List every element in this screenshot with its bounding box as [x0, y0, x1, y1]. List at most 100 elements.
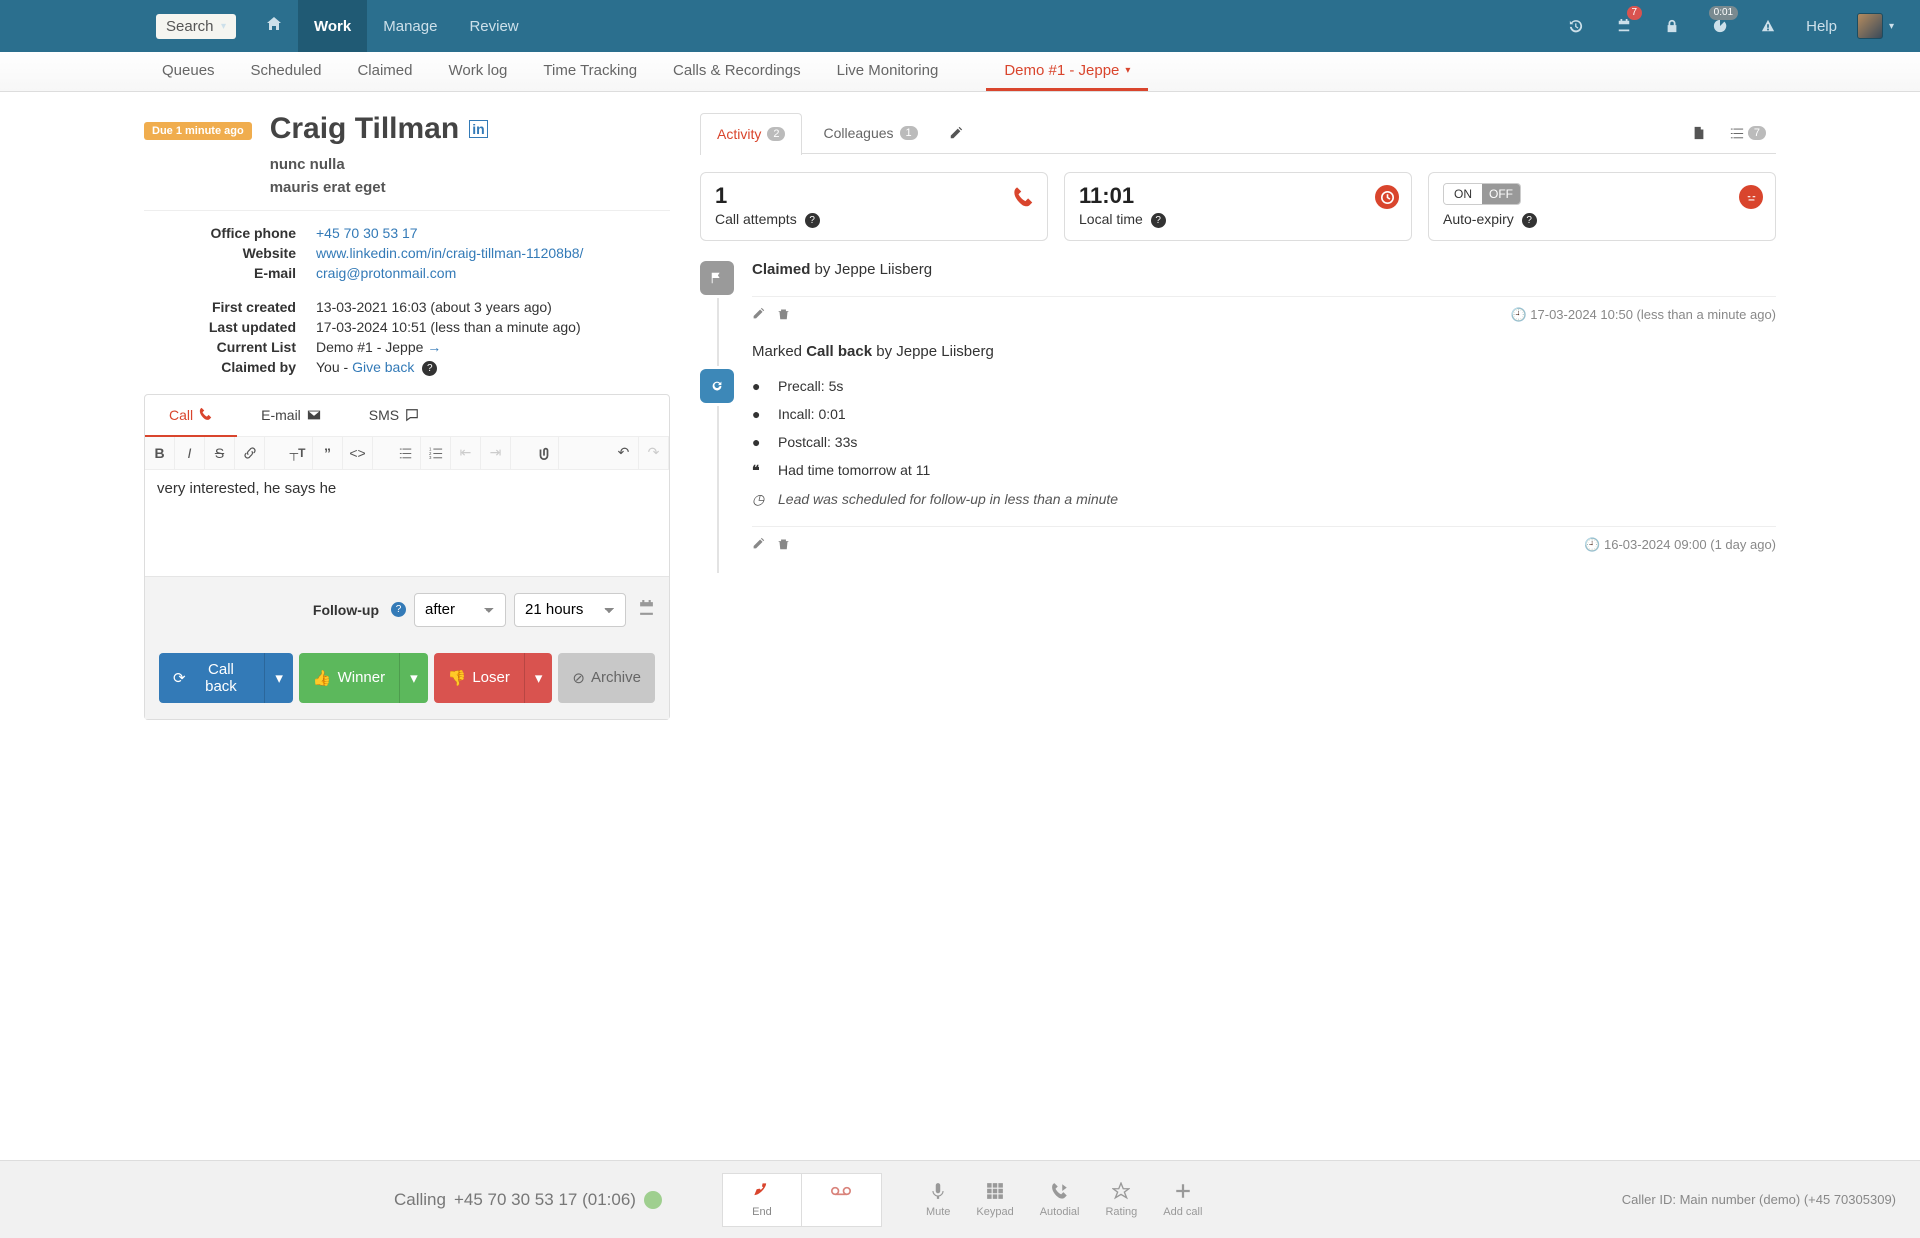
strike-button[interactable]: S — [205, 437, 235, 469]
loser-button[interactable]: 👎 Loser — [434, 653, 524, 703]
thumbs-down-icon: 👎 — [448, 669, 467, 687]
winner-button[interactable]: 👍 Winner — [299, 653, 399, 703]
editor-tab-sms[interactable]: SMS — [345, 395, 443, 436]
italic-button[interactable]: I — [175, 437, 205, 469]
clock-outline-icon: ◷ — [752, 491, 768, 508]
nav-work[interactable]: Work — [298, 0, 367, 52]
quote-button[interactable]: ” — [313, 437, 343, 469]
svg-text:3: 3 — [429, 455, 432, 460]
last-updated: 17-03-2024 10:51 (less than a minute ago… — [316, 319, 670, 335]
followup-label: Follow-up — [313, 602, 379, 618]
delete-entry-icon[interactable] — [777, 307, 790, 322]
subnav-calls[interactable]: Calls & Recordings — [655, 52, 819, 91]
autodial-icon — [1051, 1182, 1069, 1203]
clock-icon: ● — [752, 378, 768, 394]
keypad-button[interactable]: Keypad — [976, 1182, 1013, 1218]
caller-id: Caller ID: Main number (demo) (+45 70305… — [1622, 1192, 1896, 1207]
caret-down-icon: ▾ — [1125, 65, 1130, 76]
followup-mode-select[interactable]: after — [414, 593, 506, 627]
give-back-link[interactable]: Give back — [352, 359, 414, 375]
envelope-icon — [307, 407, 321, 423]
subnav-active-tab[interactable]: Demo #1 - Jeppe ▾ — [986, 52, 1148, 91]
subnav-timetracking[interactable]: Time Tracking — [525, 52, 655, 91]
subnav-worklog[interactable]: Work log — [430, 52, 525, 91]
lock-icon[interactable] — [1654, 0, 1690, 52]
autodial-button[interactable]: Autodial — [1040, 1182, 1080, 1218]
subnav-queues[interactable]: Queues — [144, 52, 233, 91]
mute-button[interactable]: Mute — [926, 1182, 950, 1218]
voicemail-button[interactable] — [802, 1173, 882, 1227]
indent-button[interactable]: ⇥ — [481, 437, 511, 469]
topbar: Search ▾ Work Manage Review 7 0:01 Help … — [0, 0, 1920, 52]
timeline-marker-claimed — [700, 261, 734, 295]
list-count: 7 — [1748, 126, 1766, 140]
nav-home[interactable] — [250, 0, 298, 52]
quote-icon: ❝ — [752, 462, 768, 479]
nav-help[interactable]: Help — [1792, 0, 1851, 52]
attach-button[interactable] — [529, 437, 559, 469]
edit-entry-icon[interactable] — [752, 307, 765, 322]
edit-entry-icon[interactable] — [752, 537, 765, 552]
loser-dropdown[interactable]: ▾ — [524, 653, 553, 703]
bold-button[interactable]: B — [145, 437, 175, 469]
tab-colleagues[interactable]: Colleagues 1 — [806, 112, 934, 154]
help-icon[interactable]: ? — [1522, 213, 1537, 228]
edit-icon[interactable] — [939, 126, 973, 140]
timer-badge: 0:01 — [1709, 6, 1738, 20]
linkedin-icon[interactable]: in — [469, 120, 487, 138]
followup-value-select[interactable]: 21 hours — [514, 593, 626, 627]
nav-review[interactable]: Review — [453, 0, 534, 52]
rating-button[interactable]: Rating — [1105, 1182, 1137, 1218]
nav-manage[interactable]: Manage — [367, 0, 453, 52]
outdent-button[interactable]: ⇤ — [451, 437, 481, 469]
link-button[interactable] — [235, 437, 265, 469]
help-icon[interactable]: ? — [1151, 213, 1166, 228]
undo-button[interactable]: ↶ — [609, 437, 639, 469]
help-icon[interactable]: ? — [422, 361, 437, 376]
auto-expiry-toggle[interactable]: ON OFF — [1443, 183, 1521, 205]
user-menu[interactable]: ▾ — [1857, 0, 1894, 52]
winner-dropdown[interactable]: ▾ — [399, 653, 428, 703]
calendar-picker-icon[interactable] — [638, 600, 655, 620]
history-icon[interactable] — [1558, 0, 1594, 52]
calendar-icon[interactable]: 7 — [1606, 0, 1642, 52]
alert-icon[interactable] — [1750, 0, 1786, 52]
email-link[interactable]: craig@protonmail.com — [316, 265, 456, 281]
tab-activity[interactable]: Activity 2 — [700, 113, 802, 155]
mic-icon — [929, 1182, 947, 1203]
addcall-button[interactable]: Add call — [1163, 1182, 1202, 1218]
clock-icon: 🕘 — [1584, 537, 1600, 552]
subnav-scheduled[interactable]: Scheduled — [233, 52, 340, 91]
help-icon[interactable]: ? — [391, 602, 406, 617]
card-call-attempts: 1 Call attempts ? — [700, 172, 1048, 241]
card-auto-expiry: ON OFF Auto-expiry ? — [1428, 172, 1776, 241]
list-icon[interactable]: 7 — [1720, 126, 1776, 140]
subnav-live[interactable]: Live Monitoring — [819, 52, 957, 91]
timer-icon[interactable]: 0:01 — [1702, 0, 1738, 52]
help-icon[interactable]: ? — [805, 213, 820, 228]
global-search[interactable]: Search ▾ — [156, 14, 236, 39]
archive-button[interactable]: ⊘ Archive — [558, 653, 655, 703]
editor-tab-email[interactable]: E-mail — [237, 395, 345, 436]
arrow-right-icon[interactable]: → — [427, 339, 441, 355]
end-call-button[interactable]: End — [722, 1173, 802, 1227]
delete-entry-icon[interactable] — [777, 537, 790, 552]
caret-down-icon: ▾ — [221, 21, 226, 32]
editor-textarea[interactable]: very interested, he says he — [145, 470, 669, 576]
first-created: 13-03-2021 16:03 (about 3 years ago) — [316, 299, 670, 315]
office-phone-link[interactable]: +45 70 30 53 17 — [316, 225, 418, 241]
document-icon[interactable] — [1682, 126, 1716, 140]
redo-button[interactable]: ↷ — [639, 437, 669, 469]
callback-dropdown[interactable]: ▾ — [264, 653, 293, 703]
ulist-button[interactable] — [391, 437, 421, 469]
call-status: Calling +45 70 30 53 17 (01:06) — [394, 1190, 662, 1210]
olist-button[interactable]: 123 — [421, 437, 451, 469]
subnav-claimed[interactable]: Claimed — [339, 52, 430, 91]
callback-button[interactable]: ⟳ Call back — [159, 653, 264, 703]
website-link[interactable]: www.linkedin.com/in/craig-tillman-11208b… — [316, 245, 583, 261]
plus-icon — [1174, 1182, 1192, 1203]
textsize-button[interactable]: ┬T — [283, 437, 313, 469]
editor-tab-call[interactable]: Call — [145, 395, 237, 437]
code-button[interactable]: <> — [343, 437, 373, 469]
caret-down-icon: ▾ — [1889, 21, 1894, 32]
